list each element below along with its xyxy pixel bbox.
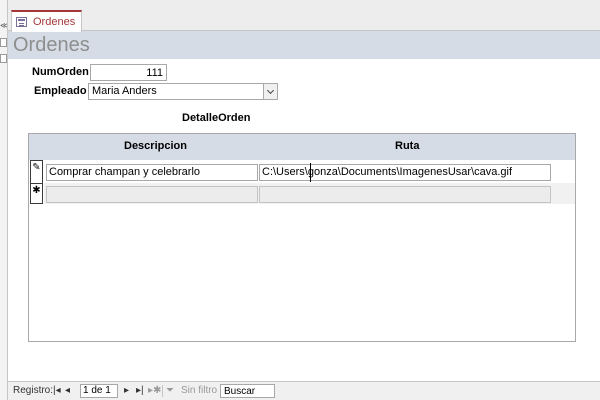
current-record-box[interactable]: 1 de 1	[80, 384, 118, 398]
column-header-ruta[interactable]: Ruta	[395, 140, 419, 152]
ruta-cell-new[interactable]	[259, 186, 551, 203]
new-record-icon[interactable]: ▸✱	[148, 385, 161, 397]
shutter-bar-glyph: ≪	[0, 22, 7, 30]
descripcion-cell-new[interactable]	[46, 186, 258, 203]
empleado-dropdown-button[interactable]	[263, 84, 277, 99]
text-cursor	[310, 163, 311, 182]
record-selector-editing[interactable]: ✎	[30, 160, 43, 184]
form-title: Ordenes	[13, 34, 90, 56]
pencil-icon: ✎	[32, 162, 41, 173]
column-header-descripcion[interactable]: Descripcion	[124, 140, 187, 152]
empleado-value: Maria Anders	[92, 85, 157, 97]
access-window: ≪ Ordenes Ordenes NumOrden Empleado Mari…	[0, 0, 600, 400]
record-navigation-bar: Registro: |◂ ◂ 1 de 1 ▸ ▸| ▸✱ ⏷ Sin filt…	[8, 381, 600, 400]
funnel-icon: ⏷	[166, 385, 174, 396]
empleado-combobox[interactable]: Maria Anders	[88, 83, 278, 100]
numorden-input[interactable]	[90, 64, 167, 81]
navigation-pane-search-button[interactable]	[0, 54, 7, 63]
detalleorden-subform: Descripcion Ruta ✎ ✱ Comprar champan y c…	[28, 133, 576, 342]
record-selector-new[interactable]: ✱	[30, 183, 43, 204]
previous-record-icon[interactable]: ◂	[65, 385, 70, 397]
form-icon	[16, 17, 27, 27]
navigation-pane-collapsed[interactable]: ≪	[0, 0, 8, 400]
tab-label: Ordenes	[33, 16, 76, 28]
filter-status[interactable]: Sin filtro	[181, 385, 217, 397]
record-nav-label: Registro:	[13, 385, 54, 396]
ruta-cell[interactable]: C:\Users\gonza\Documents\ImagenesUsar\ca…	[259, 164, 551, 181]
tab-ordenes[interactable]: Ordenes	[11, 10, 82, 32]
asterisk-icon: ✱	[32, 185, 41, 196]
navigation-pane-toggle-button[interactable]	[0, 38, 7, 47]
last-record-icon[interactable]: ▸|	[136, 385, 144, 397]
datasheet-header: Descripcion Ruta	[29, 134, 575, 160]
empleado-label: Empleado	[34, 85, 87, 97]
descripcion-cell[interactable]: Comprar champan y celebrarlo	[46, 164, 258, 181]
document-tab-strip: Ordenes	[8, 0, 600, 32]
first-record-icon[interactable]: |◂	[53, 385, 61, 397]
next-record-icon[interactable]: ▸	[124, 385, 129, 397]
subform-label: DetalleOrden	[182, 112, 251, 124]
nav-separator	[162, 385, 163, 397]
search-input[interactable]	[220, 384, 275, 398]
numorden-label: NumOrden	[32, 66, 89, 78]
chevron-down-icon	[266, 86, 275, 94]
form-header: Ordenes	[8, 31, 600, 59]
